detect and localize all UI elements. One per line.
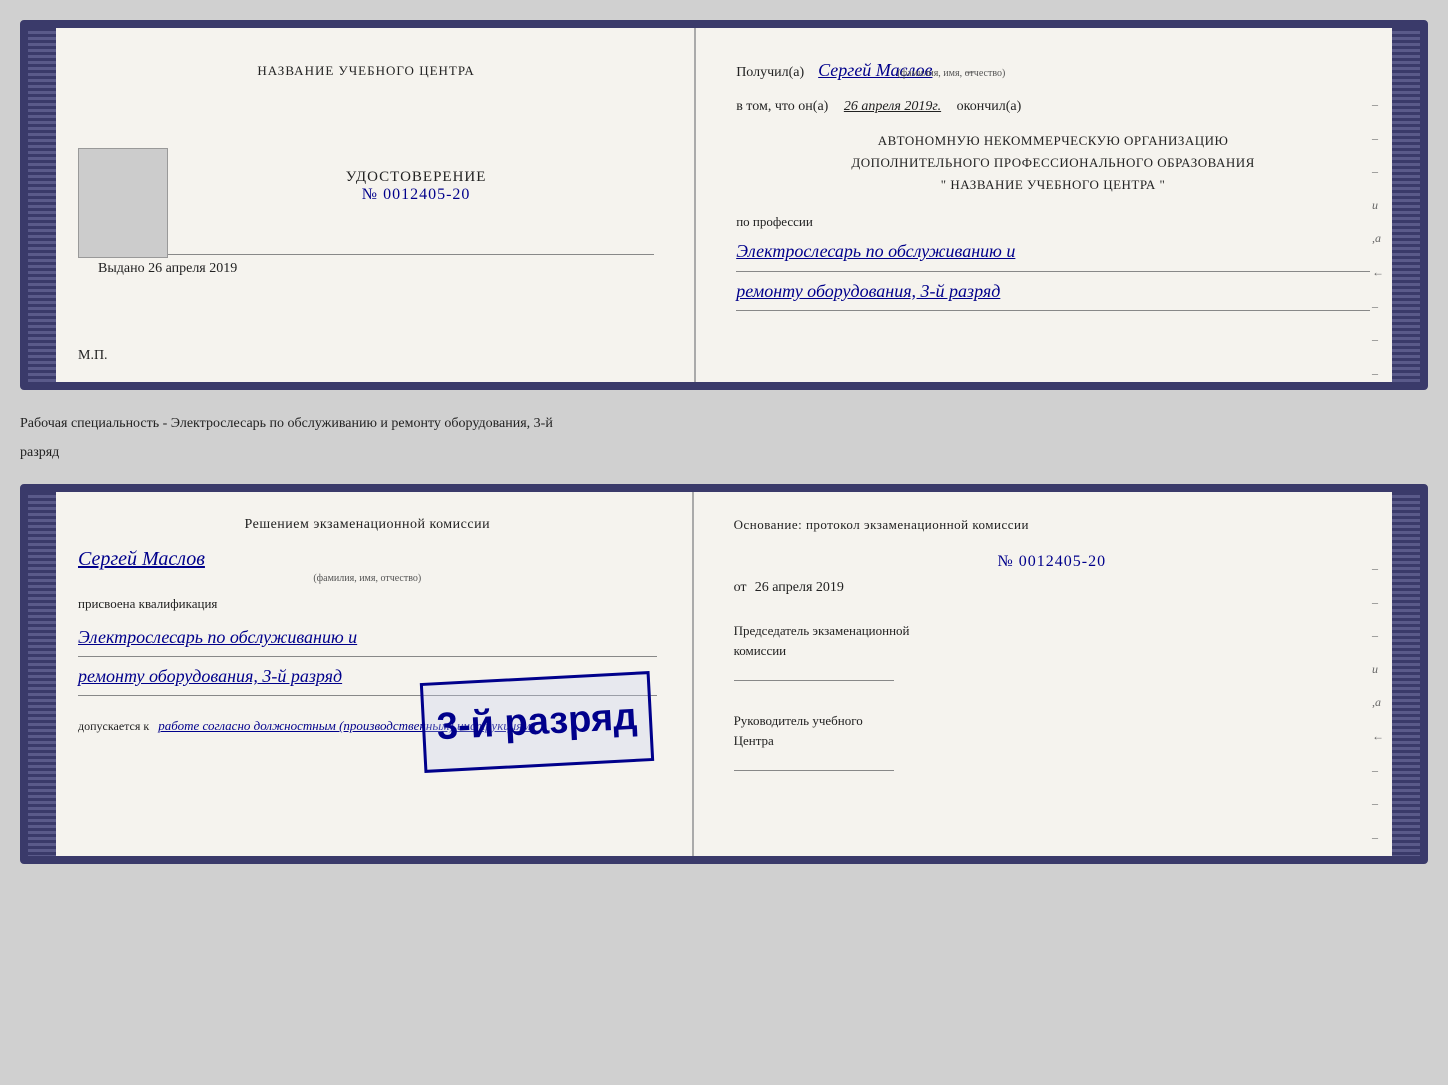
dopuskaetsya-prefix: допускается к [78, 719, 149, 733]
ot-label: от [734, 580, 747, 595]
qualification-line1: Электрослесарь по обслуживанию и [78, 620, 657, 657]
certificate-card-1: НАЗВАНИЕ УЧЕБНОГО ЦЕНТРА УДОСТОВЕРЕНИЕ №… [20, 20, 1428, 390]
card2-right-edge-dashes: –––и,а←––– [1372, 552, 1384, 854]
v-tom-label: в том, что он(а) [736, 99, 828, 114]
stamp: 3-й разряд [419, 671, 653, 773]
udostoverenie-number: № 0012405-20 [178, 186, 654, 204]
protocol-number: № 0012405-20 [734, 553, 1370, 571]
certificate-card-2: Решением экзаменационной комиссии Сергей… [20, 484, 1428, 864]
between-text: Рабочая специальность - Электрослесарь п… [20, 408, 1428, 466]
v-tom-date: 26 апреля 2019г. [844, 99, 941, 114]
vydano-label: Выдано [98, 261, 145, 276]
udostoverenie-label: УДОСТОВЕРЕНИЕ [178, 169, 654, 186]
rukovoditel-label: Руководитель учебного Центра [734, 711, 1370, 771]
po-professii-label: по профессии [736, 214, 1370, 230]
fio-label-1: (фамилия, имя, отчество) [897, 68, 1005, 79]
center-title-1: НАЗВАНИЕ УЧЕБНОГО ЦЕНТРА [78, 63, 654, 79]
photo-placeholder [78, 148, 168, 258]
fio-label2: (фамилия, имя, отчество) [78, 573, 657, 584]
predsedatel-signature-line [734, 680, 894, 681]
card2-left-panel: Решением экзаменационной комиссии Сергей… [28, 492, 694, 856]
prisvoyena-label: присвоена квалификация [78, 596, 657, 612]
resheniem-title: Решением экзаменационной комиссии [78, 517, 657, 533]
right-edge-dashes: –––и,а←––– [1372, 88, 1384, 390]
between-line1: Рабочая специальность - Электрослесарь п… [20, 408, 1428, 437]
ot-date: 26 апреля 2019 [755, 580, 844, 595]
poluchil-label: Получил(а) [736, 65, 804, 80]
okonchil-label: окончил(а) [957, 99, 1022, 114]
org-line3: " НАЗВАНИЕ УЧЕБНОГО ЦЕНТРА " [736, 174, 1370, 196]
predsedatel-label: Председатель экзаменационной комиссии [734, 621, 1370, 681]
card1-left-panel: НАЗВАНИЕ УЧЕБНОГО ЦЕНТРА УДОСТОВЕРЕНИЕ №… [28, 28, 696, 382]
org-line1: АВТОНОМНУЮ НЕКОММЕРЧЕСКУЮ ОРГАНИЗАЦИЮ [736, 130, 1370, 152]
name-block-2: Сергей Маслов (фамилия, имя, отчество) [78, 548, 657, 584]
vydano-line: Выдано 26 апреля 2019 [98, 254, 654, 277]
poluchil-line: Получил(а) Сергей Маслов – (фамилия, имя… [736, 53, 1370, 81]
stamp-text: 3-й разряд [435, 695, 637, 748]
protocol-date: от 26 апреля 2019 [734, 579, 1370, 596]
udostoverenie-block: УДОСТОВЕРЕНИЕ № 0012405-20 [178, 169, 654, 204]
card1-right-panel: Получил(а) Сергей Маслов – (фамилия, имя… [696, 28, 1420, 382]
v-tom-line: в том, что он(а) 26 апреля 2019г. окончи… [736, 99, 1370, 115]
osnovanie-title: Основание: протокол экзаменационной коми… [734, 517, 1370, 533]
rukovoditel-line1: Руководитель учебного [734, 711, 1370, 731]
predsedatel-line2: комиссии [734, 641, 1370, 661]
card2-right-panel: Основание: протокол экзаменационной коми… [694, 492, 1420, 856]
rukovoditel-line2: Центра [734, 731, 1370, 751]
between-line2: разряд [20, 437, 1428, 466]
rukovoditel-signature-line [734, 770, 894, 771]
profession-line2: ремонту оборудования, 3-й разряд [736, 275, 1370, 311]
predsedatel-line1: Председатель экзаменационной [734, 621, 1370, 641]
mp-label: М.П. [78, 348, 108, 364]
name-handwritten2: Сергей Маслов [78, 548, 657, 571]
vydano-date: 26 апреля 2019 [148, 261, 237, 276]
profession-line1: Электрослесарь по обслуживанию и [736, 235, 1370, 271]
org-block: АВТОНОМНУЮ НЕКОММЕРЧЕСКУЮ ОРГАНИЗАЦИЮ ДО… [736, 130, 1370, 196]
org-line2: ДОПОЛНИТЕЛЬНОГО ПРОФЕССИОНАЛЬНОГО ОБРАЗО… [736, 152, 1370, 174]
